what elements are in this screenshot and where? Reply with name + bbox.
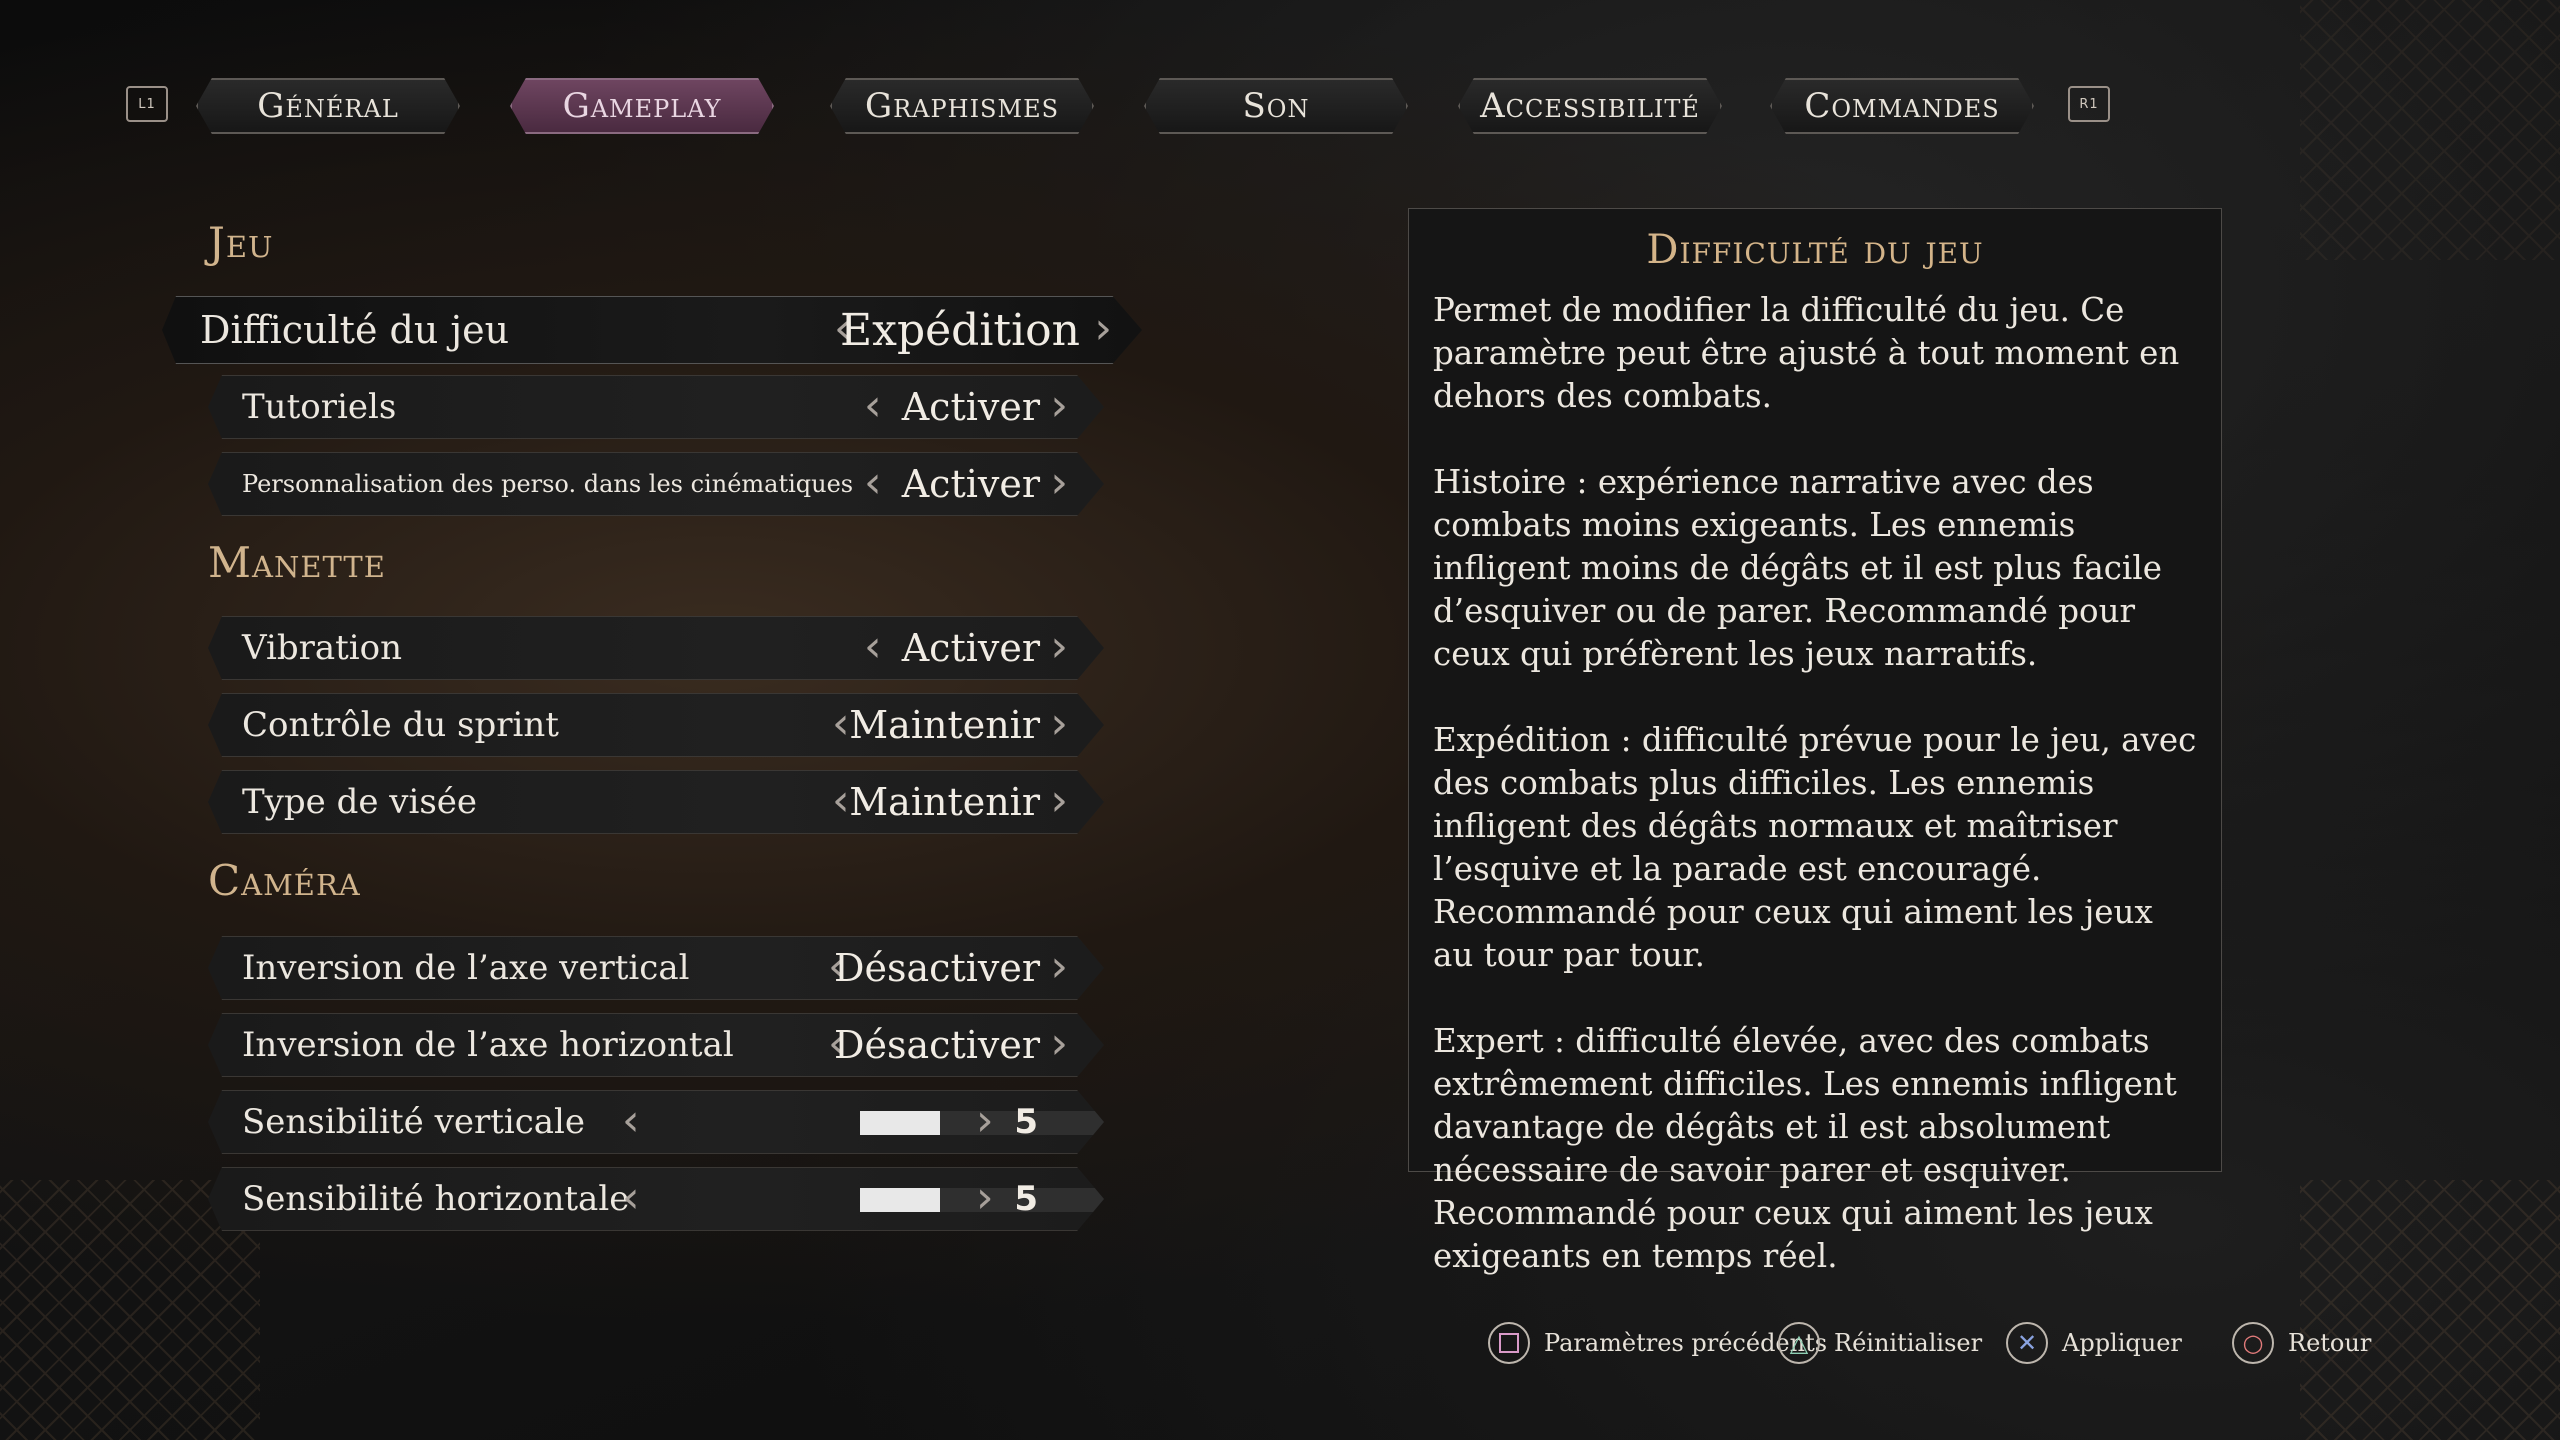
setting-value: Activer [901,385,1040,429]
tab-son[interactable]: Son [1144,78,1408,134]
setting-row-aim[interactable]: Type de visée ‹ Maintenir › [208,770,1104,834]
setting-value: Activer [901,626,1040,670]
tab-gameplay[interactable]: Gameplay [510,78,774,134]
setting-row-sensitivity-horizontal[interactable]: Sensibilité horizontale ‹ › 5 [208,1167,1104,1231]
setting-label: Personnalisation des perso. dans les cin… [242,470,854,498]
chevron-left-icon[interactable]: ‹ [864,384,882,428]
setting-row-difficulty[interactable]: Difficulté du jeu ‹ Expédition › [162,296,1142,364]
section-title-manette: Manette [208,538,386,587]
setting-row-sprint[interactable]: Contrôle du sprint ‹ Maintenir › [208,693,1104,757]
description-title: Difficulté du jeu [1646,227,1984,273]
hint-label: Appliquer [2062,1329,2182,1357]
setting-row-vibration[interactable]: Vibration ‹ Activer › [208,616,1104,680]
setting-label: Type de visée [242,782,478,822]
section-title-camera: Caméra [208,856,361,905]
setting-row-tutorials[interactable]: Tutoriels ‹ Activer › [208,375,1104,439]
setting-label: Contrôle du sprint [242,705,559,745]
decorative-corner-top-right [2300,0,2560,260]
chevron-left-icon[interactable]: ‹ [864,461,882,505]
back-button[interactable]: ○ Retour [2232,1322,2371,1364]
description-paragraph: Permet de modifier la difficulté du jeu.… [1433,291,2180,415]
setting-row-invert-horizontal[interactable]: Inversion de l’axe horizontal ‹ Désactiv… [208,1013,1104,1077]
setting-value: Expédition [840,304,1080,356]
tab-general[interactable]: Général [196,78,460,134]
chevron-right-icon[interactable]: › [1094,307,1112,351]
setting-value: Maintenir [849,703,1040,747]
setting-value: Maintenir [849,780,1040,824]
chevron-left-icon[interactable]: ‹ [622,1176,640,1220]
chevron-left-icon[interactable]: ‹ [622,1099,640,1143]
triangle-button-icon: △ [1778,1322,1820,1364]
apply-button[interactable]: ✕ Appliquer [2006,1322,2182,1364]
chevron-right-icon[interactable]: › [976,1176,994,1220]
setting-value: Désactiver [834,946,1040,990]
chevron-left-icon[interactable]: ‹ [832,779,850,823]
chevron-left-icon[interactable]: ‹ [864,625,882,669]
section-title-jeu: Jeu [208,218,274,267]
hint-label: Réinitialiser [1834,1329,1983,1357]
setting-label: Difficulté du jeu [200,308,510,352]
hint-label: Retour [2288,1329,2372,1357]
chevron-right-icon[interactable]: › [1050,384,1068,428]
square-button-icon [1488,1322,1530,1364]
setting-row-invert-vertical[interactable]: Inversion de l’axe vertical ‹ Désactiver… [208,936,1104,1000]
chevron-right-icon[interactable]: › [1050,461,1068,505]
setting-row-customization[interactable]: Personnalisation des perso. dans les cin… [208,452,1104,516]
cross-button-icon: ✕ [2006,1322,2048,1364]
slider-fill [860,1111,940,1135]
description-paragraph: Histoire : expérience narrative avec des… [1433,463,2162,673]
description-paragraph: Expédition : difficulté prévue pour le j… [1433,721,2197,974]
tab-commandes[interactable]: Commandes [1770,78,2034,134]
setting-label: Tutoriels [242,387,397,427]
description-panel: Difficulté du jeu Permet de modifier la … [1408,208,2222,1275]
setting-value: 5 [1014,1102,1038,1142]
chevron-right-icon[interactable]: › [1050,779,1068,823]
tab-accessibilite[interactable]: Accessibilité [1458,78,1722,134]
chevron-left-icon[interactable]: ‹ [832,702,850,746]
setting-row-sensitivity-vertical[interactable]: Sensibilité verticale ‹ › 5 [208,1090,1104,1154]
tab-graphismes[interactable]: Graphismes [830,78,1094,134]
setting-label: Inversion de l’axe vertical [242,948,690,988]
description-paragraph: Expert : difficulté élevée, avec des com… [1433,1022,2177,1275]
chevron-right-icon[interactable]: › [976,1099,994,1143]
setting-value: Désactiver [834,1023,1040,1067]
setting-value: 5 [1014,1179,1038,1219]
description-body: Permet de modifier la difficulté du jeu.… [1433,289,2199,1321]
slider-fill [860,1188,940,1212]
reset-button[interactable]: △ Réinitialiser [1778,1322,1982,1364]
decorative-corner-bottom-right [2300,1180,2560,1440]
setting-label: Sensibilité horizontale [242,1179,630,1219]
chevron-right-icon[interactable]: › [1050,1022,1068,1066]
setting-label: Inversion de l’axe horizontal [242,1025,734,1065]
setting-label: Vibration [242,628,403,668]
l1-button-icon[interactable]: L1 [126,86,168,122]
setting-label: Sensibilité verticale [242,1102,586,1142]
setting-value: Activer [901,462,1040,506]
chevron-right-icon[interactable]: › [1050,702,1068,746]
previous-settings-button[interactable]: Paramètres précédents [1488,1322,1827,1364]
circle-button-icon: ○ [2232,1322,2274,1364]
chevron-right-icon[interactable]: › [1050,945,1068,989]
chevron-right-icon[interactable]: › [1050,625,1068,669]
r1-button-icon[interactable]: R1 [2068,86,2110,122]
